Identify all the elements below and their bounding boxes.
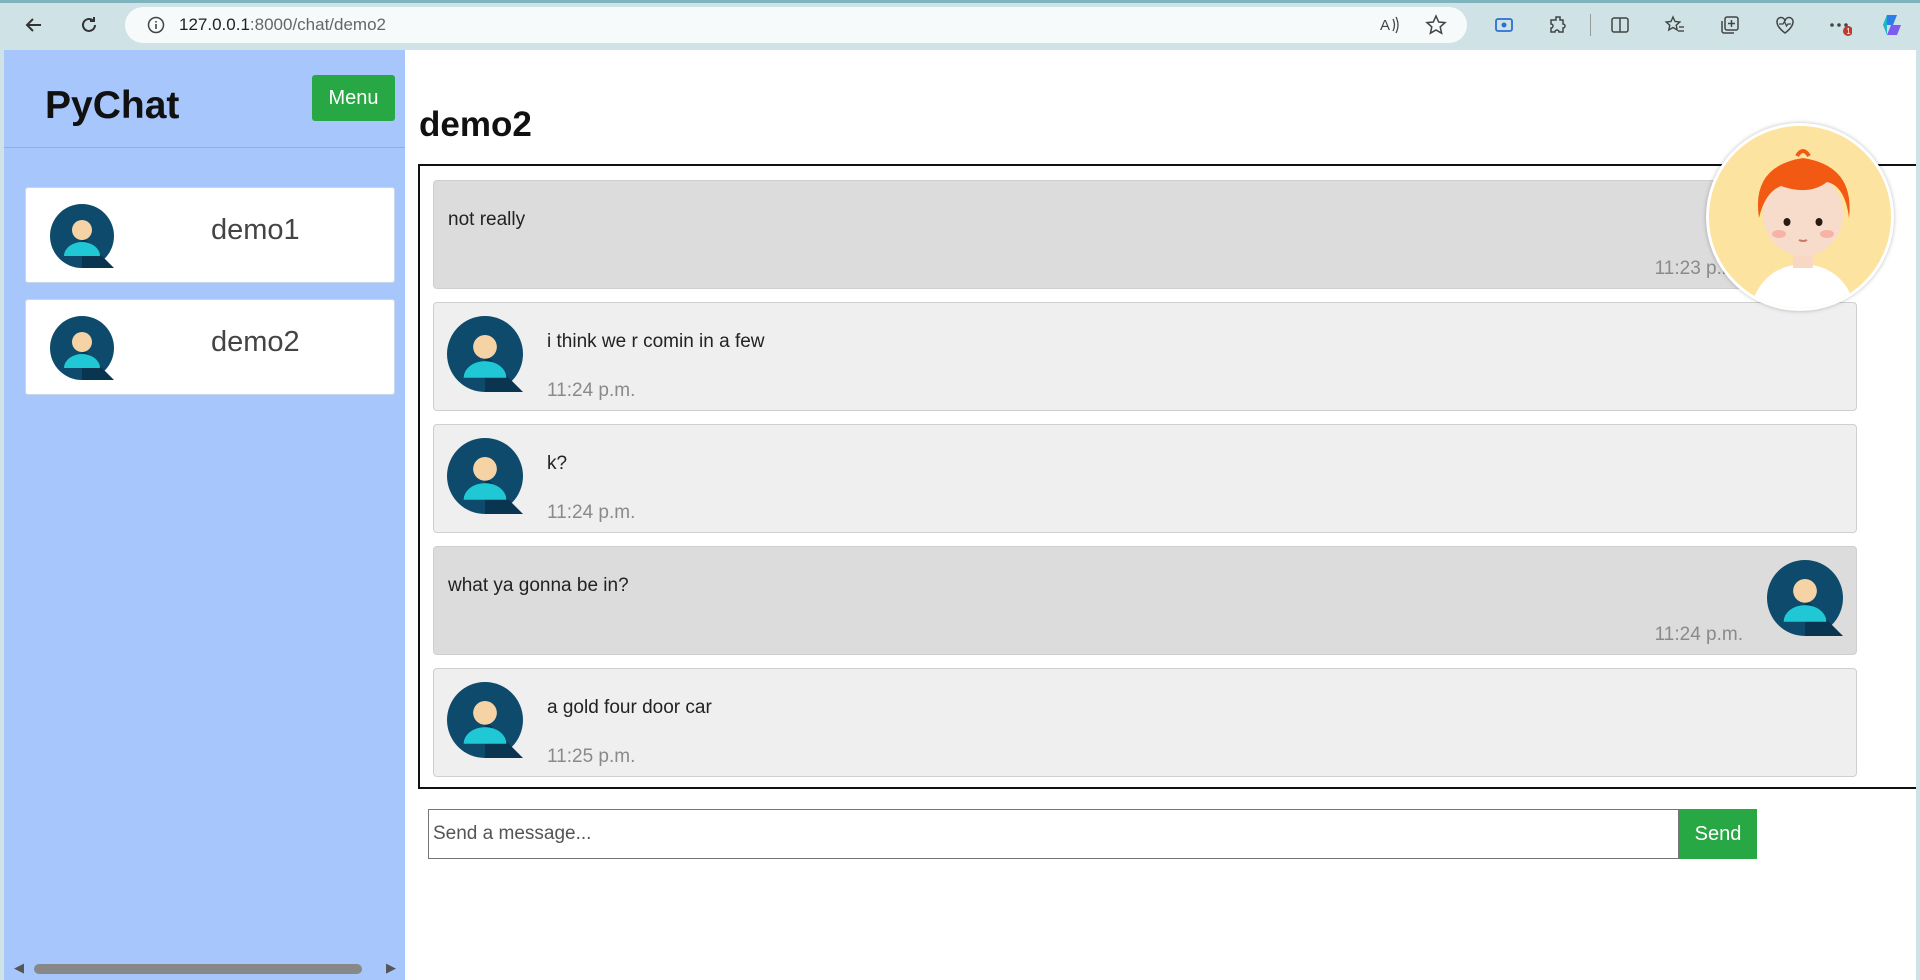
message-text: what ya gonna be in?: [448, 575, 629, 596]
user-avatar-icon: [447, 316, 523, 397]
message-time: 11:24 p.m.: [547, 380, 636, 401]
sidebar: PyChat Menu demo1 demo2 ◀ ▶: [4, 50, 405, 980]
message-item: i think we r comin in a few 11:24 p.m.: [433, 302, 1857, 411]
message-input[interactable]: [428, 809, 1679, 859]
screen-capture-icon[interactable]: [1489, 10, 1519, 40]
user-avatar-icon: [50, 204, 114, 273]
svg-text:A: A: [1380, 17, 1390, 34]
user-avatar-icon: [447, 682, 523, 763]
back-icon[interactable]: [18, 10, 50, 40]
user-avatar-icon: [447, 438, 523, 519]
info-icon[interactable]: [147, 16, 165, 34]
collections-icon[interactable]: [1715, 10, 1745, 40]
message-item: not really 11:23 p.m.: [433, 180, 1857, 289]
message-item: a gold four door car 11:25 p.m.: [433, 668, 1857, 777]
address-bar[interactable]: 127.0.0.1:8000/chat/demo2 A: [125, 7, 1467, 43]
refresh-icon[interactable]: [73, 10, 105, 40]
scroll-right-arrow-icon[interactable]: ▶: [386, 960, 396, 976]
messages-container[interactable]: not really 11:23 p.m. i think we r comin…: [418, 164, 1916, 789]
send-button[interactable]: Send: [1679, 809, 1757, 859]
message-composer: Send: [428, 809, 1757, 859]
browser-toolbar: 127.0.0.1:8000/chat/demo2 A 1: [0, 0, 1920, 50]
user-avatar-icon: [50, 316, 114, 385]
sidebar-header: PyChat Menu: [4, 50, 405, 148]
extensions-icon[interactable]: [1544, 10, 1574, 40]
chat-title: demo2: [419, 105, 532, 144]
scroll-left-arrow-icon[interactable]: ◀: [14, 960, 24, 976]
url-text: 127.0.0.1:8000/chat/demo2: [179, 15, 386, 35]
user-avatar-icon: [1767, 560, 1843, 641]
page-content: PyChat Menu demo1 demo2 ◀ ▶ demo2 not re…: [4, 50, 1916, 980]
message-time: 11:24 p.m.: [547, 502, 636, 523]
url-host: 127.0.0.1: [179, 15, 250, 34]
contact-item-demo2[interactable]: demo2: [25, 299, 395, 395]
contact-name: demo2: [211, 326, 300, 358]
favorites-icon[interactable]: [1660, 10, 1690, 40]
message-item: what ya gonna be in? 11:24 p.m.: [433, 546, 1857, 655]
contact-item-demo1[interactable]: demo1: [25, 187, 395, 283]
health-heart-icon[interactable]: [1770, 10, 1800, 40]
message-time: 11:25 p.m.: [547, 746, 636, 767]
menu-button[interactable]: Menu: [312, 75, 395, 121]
brand-title: PyChat: [45, 84, 180, 127]
message-text: k?: [547, 453, 568, 474]
more-options-icon[interactable]: 1: [1825, 10, 1855, 40]
svg-text:1: 1: [1846, 27, 1851, 36]
contact-name: demo1: [211, 214, 300, 246]
horizontal-scroll-thumb[interactable]: [34, 964, 362, 974]
horizontal-scrollbar[interactable]: ◀ ▶: [4, 953, 405, 980]
message-text: not really: [448, 209, 526, 230]
split-screen-icon[interactable]: [1605, 10, 1635, 40]
read-aloud-icon[interactable]: A: [1375, 10, 1405, 40]
window-accent: [0, 0, 1920, 3]
favorite-star-icon[interactable]: [1421, 10, 1451, 40]
message-text: i think we r comin in a few: [547, 331, 765, 352]
message-item: k? 11:24 p.m.: [433, 424, 1857, 533]
copilot-icon[interactable]: [1877, 10, 1907, 40]
message-time: 11:24 p.m.: [1654, 624, 1743, 645]
message-text: a gold four door car: [547, 697, 712, 718]
toolbar-divider: [1590, 14, 1591, 36]
character-avatar[interactable]: [1706, 123, 1894, 311]
url-path: :8000/chat/demo2: [249, 15, 387, 34]
